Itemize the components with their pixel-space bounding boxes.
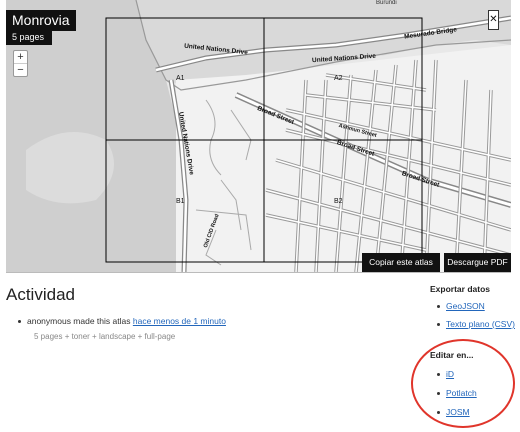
bullet-icon [437,323,440,326]
map-graphic [6,0,511,272]
map-title: Monrovia [6,10,76,31]
street-label: Burundi [376,0,397,6]
zoom-control: + − [13,50,28,77]
export-heading: Exportar datos [430,284,490,294]
copy-atlas-button[interactable]: Copiar este atlas [362,253,440,272]
zoom-out-button[interactable]: − [14,63,27,76]
activity-entry: anonymous made this atlas hace menos de … [18,316,226,341]
activity-text: anonymous made this atlas [27,316,131,326]
export-item-csv: Texto plano (CSV) [430,316,515,332]
bullet-icon [18,320,21,324]
activity-meta: 5 pages + toner + landscape + full-page [34,332,176,341]
zoom-in-button[interactable]: + [14,51,27,63]
close-icon[interactable]: ✕ [488,10,499,30]
geojson-link[interactable]: GeoJSON [446,301,485,311]
highlight-circle [411,339,515,428]
grid-label-a1: A1 [176,75,185,82]
grid-label-a2: A2 [334,75,343,82]
grid-label-b2: B2 [334,198,343,205]
page-count-badge: 5 pages [6,30,53,45]
bullet-icon [437,305,440,308]
atlas-map[interactable]: A1 A2 B1 B2 United Nations Drive United … [6,0,511,273]
export-item-geojson: GeoJSON [430,298,515,314]
grid-label-b1: B1 [176,198,185,205]
activity-heading: Actividad [6,285,75,304]
csv-link[interactable]: Texto plano (CSV) [446,319,515,329]
download-pdf-button[interactable]: Descargue PDF [444,253,511,272]
activity-time-link[interactable]: hace menos de 1 minuto [133,316,226,326]
